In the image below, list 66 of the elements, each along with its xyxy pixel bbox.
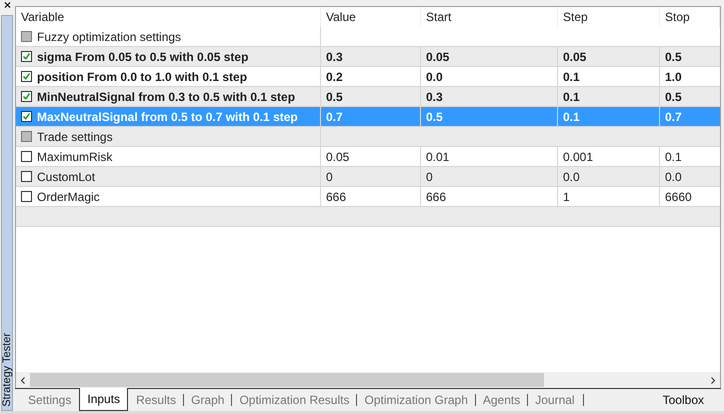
variable-name: position From 0.0 to 1.0 with 0.1 step (37, 70, 248, 84)
table-cell-text: 0.5 (664, 88, 683, 106)
checkbox[interactable] (21, 71, 32, 82)
group-label: Fuzzy optimization settings (37, 30, 182, 44)
table-cell: 1 (558, 187, 660, 206)
table-cell-text: 0.7 (664, 108, 683, 126)
table-cell-text: 0.5 (664, 48, 683, 66)
variable-name: MinNeutralSignal from 0.3 to 0.5 with 0.1 step (37, 90, 296, 104)
side-panel-tab[interactable]: Strategy Tester (1, 15, 13, 411)
tab[interactable]: Optimization Results (232, 389, 356, 411)
checkbox[interactable] (21, 171, 32, 182)
table-cell: 0.1 (558, 87, 660, 106)
variable-name: MaximumRisk (37, 150, 112, 164)
table-row[interactable]: sigma From 0.05 to 0.5 with 0.05 step 0.3 0.05 0.05 0.5 (16, 47, 720, 67)
table-cell: 0.0 (558, 167, 660, 186)
checkbox[interactable] (21, 91, 32, 102)
checkbox[interactable] (21, 51, 32, 62)
table-cell: 0.05 (558, 47, 660, 66)
group-label: Trade settings (37, 130, 113, 144)
tab[interactable]: Agents (476, 389, 528, 411)
table-cell-text: 0.1 (664, 148, 683, 166)
table-cell-text: 0.0 (664, 168, 683, 186)
table-cell: 0.3 (321, 47, 421, 66)
table-cell: 0.05 (321, 147, 421, 166)
table-cell: 0.1 (558, 107, 660, 126)
checkbox[interactable] (21, 31, 32, 42)
checkbox[interactable] (21, 131, 32, 142)
table-cell-text: 1.0 (664, 68, 683, 86)
table-row[interactable]: position From 0.0 to 1.0 with 0.1 step 0.2 0.0 0.1 1.0 (16, 67, 720, 87)
table-cell: 0.001 (558, 147, 660, 166)
table-row[interactable]: OrderMagic 666 666 1 6660 (16, 187, 720, 207)
table-row[interactable]: Fuzzy optimization settings (16, 27, 720, 47)
table-cell: 0 (321, 167, 421, 186)
variable-name: OrderMagic (37, 190, 100, 204)
checkbox[interactable] (21, 151, 32, 162)
table-cell: 0.01 (421, 147, 558, 166)
tab[interactable]: Inputs (79, 388, 128, 411)
table-row[interactable]: MaximumRisk 0.05 0.01 0.001 0.1 (16, 147, 720, 167)
checkbox[interactable] (21, 191, 32, 202)
table-cell: 0.2 (321, 67, 421, 86)
checkbox[interactable] (21, 111, 32, 122)
table-cell: 666 (421, 187, 558, 206)
horizontal-scrollbar[interactable] (16, 372, 720, 388)
tab[interactable]: Graph (184, 389, 232, 411)
table-row[interactable]: Trade settings (16, 127, 720, 147)
tab[interactable]: Results (129, 389, 184, 411)
variable-name: CustomLot (37, 170, 96, 184)
table-cell: 0.5 (421, 107, 558, 126)
table-cell: 0.1 (558, 67, 660, 86)
table-cell: 0.0 (421, 67, 558, 86)
variable-name: sigma From 0.05 to 0.5 with 0.05 step (37, 50, 248, 64)
tab[interactable]: Settings (21, 389, 78, 411)
table-row[interactable]: CustomLot 0 0 0.0 0.0 (16, 167, 720, 187)
table-cell-text: 6660 (664, 188, 693, 206)
tab[interactable]: Optimization Graph (357, 389, 475, 411)
table-cell: 0 (421, 167, 558, 186)
variable-name: MaxNeutralSignal from 0.5 to 0.7 with 0.1 step (37, 110, 298, 124)
table-cell: 0.5 (321, 87, 421, 106)
table-row[interactable]: MinNeutralSignal from 0.3 to 0.5 with 0.1 step 0.5 0.3 0.1 0.5 (16, 87, 720, 107)
table-cell: 0.05 (421, 47, 558, 66)
toolbox-tab[interactable]: Toolbox (654, 389, 721, 411)
tab[interactable]: Journal (528, 389, 582, 411)
close-button[interactable]: × (0, 0, 15, 13)
table-cell: 0.3 (421, 87, 558, 106)
table-cell: 0.7 (321, 107, 421, 126)
table-cell: 666 (321, 187, 421, 206)
